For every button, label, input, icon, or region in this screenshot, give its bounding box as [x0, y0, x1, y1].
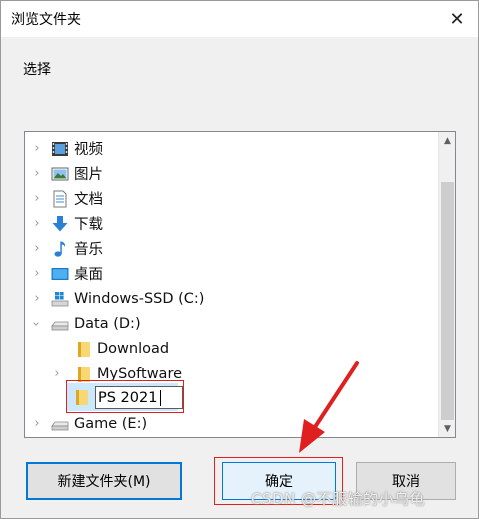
browse-folder-dialog: 浏览文件夹 ✕ 选择 › 视频 › 图片 › 文档 › 下载 › 音乐 › 桌面…: [0, 0, 479, 519]
watermark-text: CSDN @不服输的小乌龟: [251, 490, 426, 508]
annotation-arrow: [299, 361, 359, 453]
